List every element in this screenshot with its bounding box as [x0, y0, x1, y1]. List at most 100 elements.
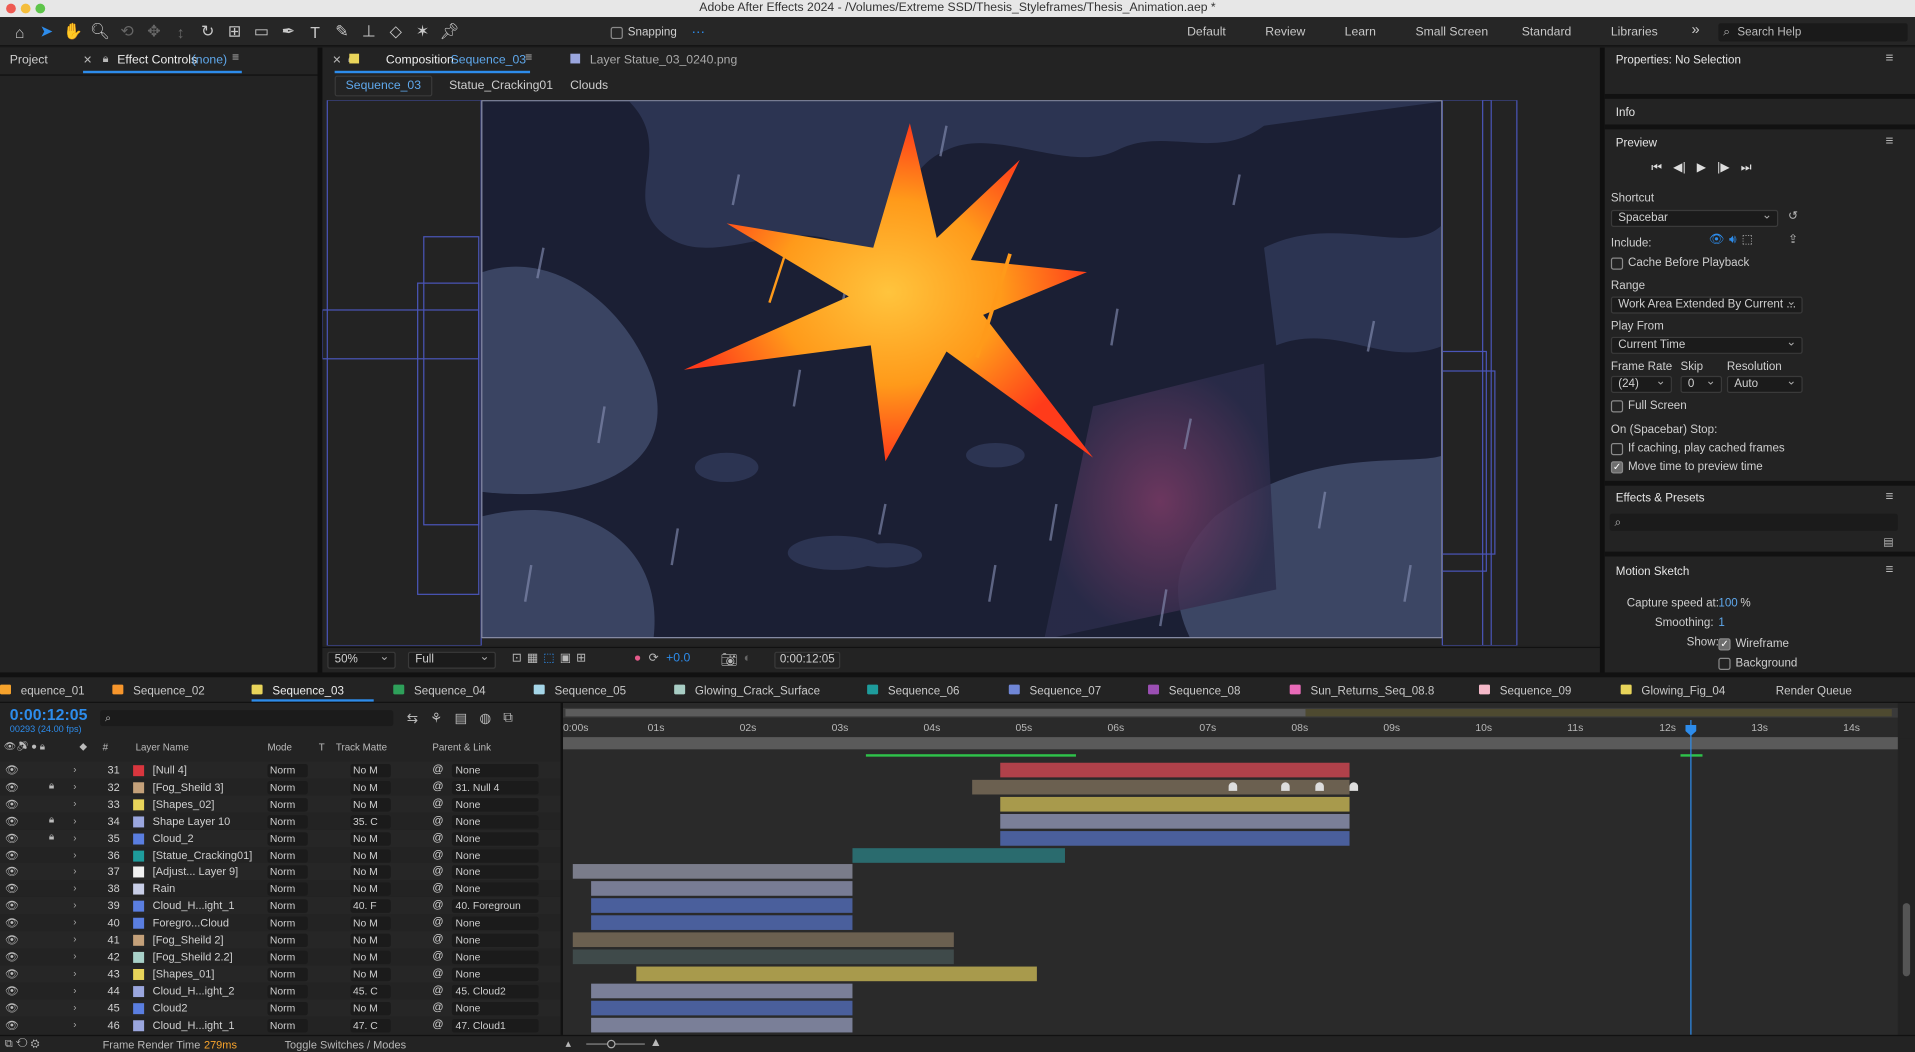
layer-name[interactable]: Cloud_2 — [153, 832, 194, 844]
viewer-timecode[interactable]: 0:00:12:05 — [774, 651, 841, 669]
layer-name[interactable]: Shape Layer 10 — [153, 815, 231, 827]
region-of-interest-icon[interactable]: ⬚ — [543, 652, 555, 665]
pick-whip-icon[interactable]: @ — [432, 763, 443, 775]
export-icon[interactable]: ⇪ — [1788, 233, 1798, 246]
eye-icon[interactable]: 👁︎ — [5, 849, 19, 862]
timeline-tab[interactable]: Sequence_09 — [1478, 677, 1613, 701]
toggle-switches-modes[interactable]: Toggle Switches / Modes — [285, 1039, 407, 1051]
zoom-dropdown[interactable]: 50% — [327, 651, 396, 669]
vertical-scrollbar[interactable] — [1899, 738, 1915, 1035]
work-area-navigator[interactable] — [563, 707, 1898, 718]
pick-whip-icon[interactable]: @ — [432, 966, 443, 978]
eye-icon[interactable]: 👁︎ — [5, 815, 19, 828]
pick-whip-icon[interactable]: @ — [432, 983, 443, 995]
pick-whip-icon[interactable]: @ — [432, 1017, 443, 1029]
chevron-right-icon[interactable]: › — [73, 815, 76, 826]
current-time[interactable]: 0:00:12:05 — [10, 705, 88, 723]
close-icon[interactable]: ✕ — [83, 54, 92, 67]
more-workspaces-icon[interactable]: » — [1692, 21, 1700, 38]
keyframe[interactable] — [1281, 782, 1290, 791]
layer-color-label[interactable] — [133, 1019, 145, 1031]
eye-icon[interactable]: 👁︎ — [5, 781, 19, 794]
layer-name[interactable]: Cloud2 — [153, 1001, 188, 1013]
layer-row[interactable]: 👁︎ › 31 [Null 4] Norm No M @ None — [0, 761, 561, 779]
layer-name[interactable]: Cloud_H...ight_1 — [153, 900, 235, 912]
eye-icon[interactable]: 👁︎ — [5, 1018, 19, 1031]
blend-mode-dropdown[interactable]: Norm — [267, 950, 308, 964]
eye-icon[interactable]: 👁︎ — [5, 934, 19, 947]
skip-dropdown[interactable]: 0 — [1680, 375, 1723, 393]
layer-row[interactable]: 👁︎ › 44 Cloud_H...ight_2 Norm 45. C @45. Cloud… — [0, 982, 561, 999]
info-tab[interactable]: Info — [1616, 106, 1635, 119]
timeline-tab[interactable]: Sequence_07 — [1008, 677, 1143, 701]
chevron-right-icon[interactable]: › — [73, 832, 76, 843]
blend-mode-dropdown[interactable]: Norm — [267, 984, 308, 998]
track-matte-dropdown[interactable]: No M — [350, 916, 391, 931]
play-from-dropdown[interactable]: Current Time — [1610, 336, 1803, 354]
clone-stamp-icon[interactable]: ⊥ — [357, 20, 381, 44]
layer-row[interactable]: 👁︎ › 39 Cloud_H...ight_1 Norm 40. F @40. Foreg… — [0, 897, 561, 915]
move-time-checkbox[interactable]: ✓ — [1610, 460, 1624, 473]
navigator-range[interactable] — [565, 709, 1306, 717]
layer-name[interactable]: [Null 4] — [153, 764, 187, 776]
background-checkbox[interactable] — [1718, 657, 1731, 670]
blend-mode-dropdown[interactable]: Norm — [267, 916, 308, 931]
parent-dropdown[interactable]: 40. Foregroun — [451, 899, 539, 914]
snap-icon[interactable]: ⋯ — [691, 24, 704, 41]
if-caching[interactable]: If caching, play cached frames — [1610, 442, 1785, 455]
chevron-right-icon[interactable]: › — [73, 934, 76, 945]
show-snapshot-icon[interactable]: ◐ — [744, 652, 751, 665]
layer-row[interactable]: 👁︎ › 46 Cloud_H...ight_1 Norm 47. C @47. Cloud… — [0, 1016, 561, 1033]
layer-name[interactable]: [Statue_Cracking01] — [153, 849, 253, 861]
panel-menu-icon[interactable]: ≡ — [1886, 134, 1894, 149]
eye-icon[interactable]: 👁︎ — [5, 917, 19, 930]
wireframe-checkbox[interactable]: ✓ — [1718, 637, 1731, 650]
next-frame-icon[interactable]: |▶ — [1717, 161, 1730, 174]
blend-mode-dropdown[interactable]: Norm — [267, 848, 308, 863]
layer-duration-bar[interactable] — [852, 847, 1065, 863]
eye-icon[interactable]: 👁︎ — [5, 798, 19, 811]
type-tool-icon[interactable]: T — [303, 20, 327, 44]
composition-tab-name[interactable]: Sequence_03 — [451, 54, 526, 67]
blend-mode-dropdown[interactable]: Norm — [267, 967, 308, 981]
layer-duration-bar[interactable] — [636, 966, 1037, 981]
col-layer-name[interactable]: Layer Name — [136, 742, 189, 753]
dolly-tool-icon[interactable]: ↕ — [169, 20, 193, 44]
track-matte-dropdown[interactable]: No M — [350, 865, 391, 880]
exposure-reset-icon[interactable]: ⟳ — [649, 652, 659, 665]
eye-icon[interactable]: 👁︎ — [5, 968, 19, 981]
wireframe[interactable]: ✓ Wireframe — [1718, 637, 1789, 650]
layer-duration-bar[interactable] — [1000, 830, 1350, 846]
comp-flowchart-icon[interactable]: ⇆ — [407, 710, 418, 726]
pick-whip-icon[interactable]: @ — [432, 831, 443, 843]
fit-icon[interactable]: ⊡ — [512, 652, 522, 665]
panel-menu-icon[interactable]: ≡ — [232, 51, 239, 64]
cache-before-playback[interactable]: Cache Before Playback — [1610, 256, 1749, 270]
timeline-tab[interactable]: Glowing_Crack_Surface — [674, 677, 820, 701]
layer-color-label[interactable] — [133, 816, 145, 828]
timeline-tab[interactable]: Sun_Returns_Seq_08.8 — [1289, 677, 1434, 701]
track-matte-dropdown[interactable]: 45. C — [350, 984, 391, 998]
panel-menu-icon[interactable]: ≡ — [1886, 563, 1894, 578]
puppet-tool-icon[interactable]: 📌︎ — [437, 20, 461, 44]
layer-name[interactable]: [Adjust... Layer 9] — [153, 866, 239, 878]
panel-menu-icon[interactable]: ≡ — [1886, 51, 1894, 66]
capture-speed-value[interactable]: 100 — [1718, 597, 1737, 610]
breadcrumb-item[interactable]: Clouds — [570, 79, 608, 92]
layer-row[interactable]: 👁︎ › 45 Cloud2 Norm No M @ None — [0, 999, 561, 1017]
panel-menu-icon[interactable]: ≡ — [1886, 489, 1894, 504]
chevron-right-icon[interactable]: › — [73, 849, 76, 860]
parent-dropdown[interactable]: None — [451, 848, 539, 863]
layer-name[interactable]: [Shapes_02] — [153, 798, 215, 810]
parent-dropdown[interactable]: None — [451, 882, 539, 897]
timeline-tab[interactable]: Glowing_Fig_04 — [1620, 677, 1755, 701]
breadcrumb-item[interactable]: Sequence_03 — [334, 75, 433, 96]
rotate-tool-icon[interactable]: ↻ — [195, 20, 219, 44]
effect-controls-tab[interactable]: Effect Controls — [117, 54, 197, 67]
exposure-value[interactable]: +0.0 — [666, 652, 690, 665]
chevron-right-icon[interactable]: › — [73, 1018, 76, 1029]
workspace-small-screen[interactable]: Small Screen — [1415, 26, 1488, 39]
blend-mode-dropdown[interactable]: Norm — [267, 780, 308, 795]
zoom-out-icon[interactable]: ▴ — [565, 1037, 571, 1050]
layer-color-label[interactable] — [133, 850, 145, 861]
